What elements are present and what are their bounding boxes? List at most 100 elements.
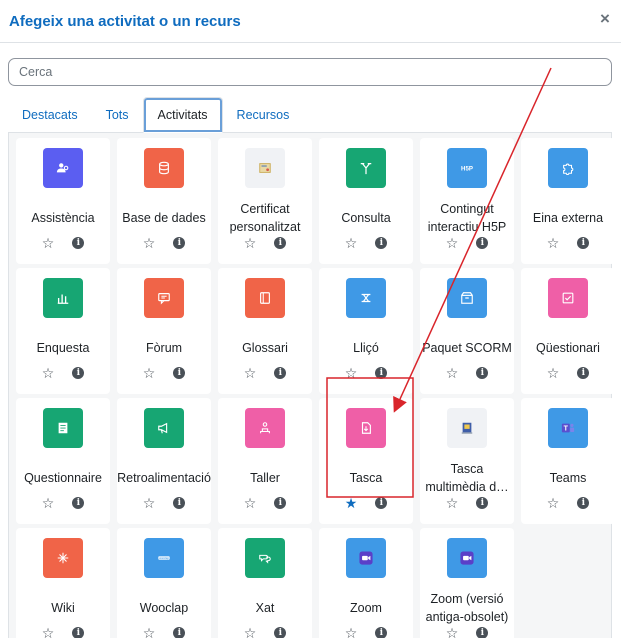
info-icon[interactable]: i: [577, 497, 590, 509]
activity-card-tasca[interactable]: Tasca ★ i: [319, 398, 413, 524]
activity-name[interactable]: Retroalimentació: [117, 460, 211, 496]
activity-card-paquet-scorm[interactable]: Paquet SCORM ☆ i: [420, 268, 514, 394]
activity-name[interactable]: Assistència: [16, 200, 110, 236]
info-icon[interactable]: i: [375, 367, 388, 379]
activity-card-teams[interactable]: T Teams ☆ i: [521, 398, 615, 524]
search-input[interactable]: [8, 58, 612, 86]
info-icon[interactable]: i: [274, 237, 287, 249]
star-icon[interactable]: ☆: [244, 626, 257, 638]
tab-activities[interactable]: Activitats: [142, 97, 223, 133]
activity-name[interactable]: Wooclap: [117, 590, 211, 626]
activity-name[interactable]: Glossari: [218, 330, 312, 366]
activity-card-enquesta[interactable]: Enquesta ☆ i: [16, 268, 110, 394]
activity-card-retroalimentacio[interactable]: Retroalimentació ☆ i: [117, 398, 211, 524]
star-icon[interactable]: ☆: [244, 236, 257, 250]
info-icon[interactable]: i: [173, 497, 186, 509]
activity-name[interactable]: Tasca multimèdia d…: [420, 460, 514, 496]
star-filled-icon[interactable]: ★: [345, 496, 358, 510]
info-icon[interactable]: i: [72, 627, 85, 638]
activity-card-zoom[interactable]: Zoom ☆ i: [319, 528, 413, 638]
activity-card-forum[interactable]: Fòrum ☆ i: [117, 268, 211, 394]
info-icon[interactable]: i: [476, 367, 489, 379]
close-icon[interactable]: ×: [597, 10, 613, 27]
activity-name[interactable]: Eina externa: [521, 200, 615, 236]
star-icon[interactable]: ☆: [143, 236, 156, 250]
star-icon[interactable]: ☆: [244, 496, 257, 510]
info-icon[interactable]: i: [274, 367, 287, 379]
info-icon[interactable]: i: [274, 497, 287, 509]
activity-name[interactable]: Qüestionari: [521, 330, 615, 366]
star-icon[interactable]: ☆: [143, 366, 156, 380]
info-icon[interactable]: i: [72, 497, 85, 509]
star-icon[interactable]: ☆: [547, 496, 560, 510]
activity-card-consulta[interactable]: Consulta ☆ i: [319, 138, 413, 264]
tab-all[interactable]: Tots: [92, 97, 143, 133]
activity-card-eina-externa[interactable]: Eina externa ☆ i: [521, 138, 615, 264]
star-icon[interactable]: ☆: [446, 366, 459, 380]
star-icon[interactable]: ☆: [42, 626, 55, 638]
star-icon[interactable]: ☆: [345, 366, 358, 380]
info-icon[interactable]: i: [274, 627, 287, 638]
activity-card-tasca-multimedia-d[interactable]: Tasca multimèdia d… ☆ i: [420, 398, 514, 524]
star-icon[interactable]: ☆: [42, 236, 55, 250]
info-icon[interactable]: i: [72, 237, 85, 249]
star-icon[interactable]: ☆: [244, 366, 257, 380]
tab-resources[interactable]: Recursos: [223, 97, 304, 133]
activity-card-llico[interactable]: Lliçó ☆ i: [319, 268, 413, 394]
activity-name[interactable]: Contingut interactiu H5P: [420, 200, 514, 236]
tab-featured[interactable]: Destacats: [8, 97, 92, 133]
activity-name[interactable]: Paquet SCORM: [420, 330, 514, 366]
info-icon[interactable]: i: [375, 627, 388, 638]
star-icon[interactable]: ☆: [143, 496, 156, 510]
info-icon[interactable]: i: [375, 237, 388, 249]
activity-name[interactable]: Lliçó: [319, 330, 413, 366]
activity-card-base-de-dades[interactable]: Base de dades ☆ i: [117, 138, 211, 264]
activity-card-taller[interactable]: Taller ☆ i: [218, 398, 312, 524]
activity-name[interactable]: Teams: [521, 460, 615, 496]
activity-name[interactable]: Zoom: [319, 590, 413, 626]
activity-name[interactable]: Consulta: [319, 200, 413, 236]
activity-card-zoom-versio-antiga-obsolet[interactable]: Zoom (versió antiga-obsolet) ☆ i: [420, 528, 514, 638]
wiki-icon: [43, 538, 83, 578]
info-icon[interactable]: i: [72, 367, 85, 379]
star-icon[interactable]: ☆: [345, 626, 358, 638]
activity-name[interactable]: Questionnaire: [16, 460, 110, 496]
activity-name[interactable]: Xat: [218, 590, 312, 626]
activity-name[interactable]: Wiki: [16, 590, 110, 626]
info-icon[interactable]: i: [375, 497, 388, 509]
activity-card-xat[interactable]: Xat ☆ i: [218, 528, 312, 638]
activity-card-questionnaire[interactable]: Questionnaire ☆ i: [16, 398, 110, 524]
activity-name[interactable]: Tasca: [319, 460, 413, 496]
activity-name[interactable]: Taller: [218, 460, 312, 496]
activity-card-glossari[interactable]: Glossari ☆ i: [218, 268, 312, 394]
star-icon[interactable]: ☆: [42, 496, 55, 510]
info-icon[interactable]: i: [476, 237, 489, 249]
star-icon[interactable]: ☆: [547, 236, 560, 250]
activity-name[interactable]: Enquesta: [16, 330, 110, 366]
star-icon[interactable]: ☆: [547, 366, 560, 380]
activity-name[interactable]: Certificat personalitzat: [218, 200, 312, 236]
activity-card-assistencia[interactable]: Assistència ☆ i: [16, 138, 110, 264]
info-icon[interactable]: i: [577, 367, 590, 379]
star-icon[interactable]: ☆: [42, 366, 55, 380]
info-icon[interactable]: i: [476, 497, 489, 509]
info-icon[interactable]: i: [577, 237, 590, 249]
activity-card-contingut-interactiu-h5p[interactable]: H5P Contingut interactiu H5P ☆ i: [420, 138, 514, 264]
info-icon[interactable]: i: [173, 237, 186, 249]
activity-card-questionari[interactable]: Qüestionari ☆ i: [521, 268, 615, 394]
info-icon[interactable]: i: [173, 627, 186, 638]
star-icon[interactable]: ☆: [446, 626, 459, 638]
activity-name[interactable]: Fòrum: [117, 330, 211, 366]
activity-card-wooclap[interactable]: wooclap Wooclap ☆ i: [117, 528, 211, 638]
activity-name[interactable]: Base de dades: [117, 200, 211, 236]
star-icon[interactable]: ☆: [446, 236, 459, 250]
star-icon[interactable]: ☆: [446, 496, 459, 510]
activity-card-wiki[interactable]: Wiki ☆ i: [16, 528, 110, 638]
info-icon[interactable]: i: [476, 627, 489, 638]
activity-actions: ☆ i: [16, 626, 110, 638]
activity-name[interactable]: Zoom (versió antiga-obsolet): [420, 590, 514, 626]
info-icon[interactable]: i: [173, 367, 186, 379]
activity-card-certificat-personalitzat[interactable]: Certificat personalitzat ☆ i: [218, 138, 312, 264]
star-icon[interactable]: ☆: [345, 236, 358, 250]
star-icon[interactable]: ☆: [143, 626, 156, 638]
